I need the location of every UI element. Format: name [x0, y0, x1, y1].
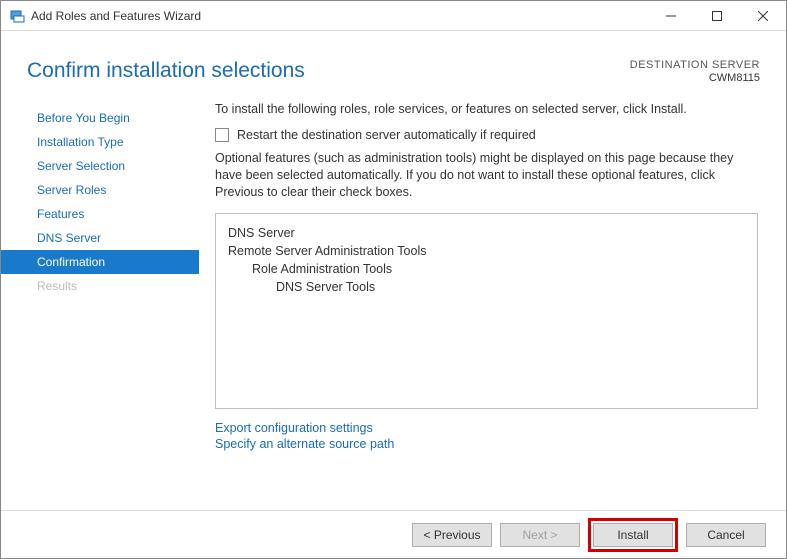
window-titlebar: Add Roles and Features Wizard	[1, 1, 786, 31]
page-title: Confirm installation selections	[27, 59, 305, 83]
nav-results: Results	[1, 274, 199, 298]
nav-before-you-begin[interactable]: Before You Begin	[1, 106, 199, 130]
optional-features-note: Optional features (such as administratio…	[215, 150, 758, 201]
maximize-button[interactable]	[694, 1, 740, 31]
app-icon	[9, 8, 25, 24]
install-highlight: Install	[588, 518, 678, 552]
page-header: Confirm installation selections DESTINAT…	[1, 31, 786, 96]
wizard-nav: Before You Begin Installation Type Serve…	[1, 96, 199, 506]
cancel-button[interactable]: Cancel	[686, 523, 766, 547]
restart-checkbox-row: Restart the destination server automatic…	[215, 128, 758, 142]
nav-confirmation[interactable]: Confirmation	[1, 250, 199, 274]
nav-server-selection[interactable]: Server Selection	[1, 154, 199, 178]
specify-source-link[interactable]: Specify an alternate source path	[215, 437, 758, 451]
restart-checkbox-label[interactable]: Restart the destination server automatic…	[237, 128, 536, 142]
export-config-link[interactable]: Export configuration settings	[215, 421, 758, 435]
destination-label: DESTINATION SERVER	[630, 59, 760, 71]
destination-server-name: CWM8115	[630, 72, 760, 84]
intro-text: To install the following roles, role ser…	[215, 102, 758, 116]
nav-features[interactable]: Features	[1, 202, 199, 226]
window-controls	[648, 1, 786, 30]
feature-item: DNS Server Tools	[228, 278, 745, 296]
next-button: Next >	[500, 523, 580, 547]
restart-checkbox[interactable]	[215, 128, 229, 142]
nav-dns-server[interactable]: DNS Server	[1, 226, 199, 250]
nav-server-roles[interactable]: Server Roles	[1, 178, 199, 202]
feature-item: Remote Server Administration Tools	[228, 242, 745, 260]
previous-button[interactable]: < Previous	[412, 523, 492, 547]
main-panel: To install the following roles, role ser…	[199, 96, 786, 506]
feature-item: DNS Server	[228, 224, 745, 242]
minimize-button[interactable]	[648, 1, 694, 31]
content-area: Before You Begin Installation Type Serve…	[1, 96, 786, 506]
window-title: Add Roles and Features Wizard	[31, 9, 648, 23]
close-button[interactable]	[740, 1, 786, 31]
selected-features-list[interactable]: DNS Server Remote Server Administration …	[215, 213, 758, 409]
feature-item: Role Administration Tools	[228, 260, 745, 278]
wizard-footer: < Previous Next > Install Cancel	[1, 510, 786, 558]
action-links: Export configuration settings Specify an…	[215, 421, 758, 451]
nav-installation-type[interactable]: Installation Type	[1, 130, 199, 154]
install-button[interactable]: Install	[593, 523, 673, 547]
destination-server-info: DESTINATION SERVER CWM8115	[630, 59, 760, 84]
